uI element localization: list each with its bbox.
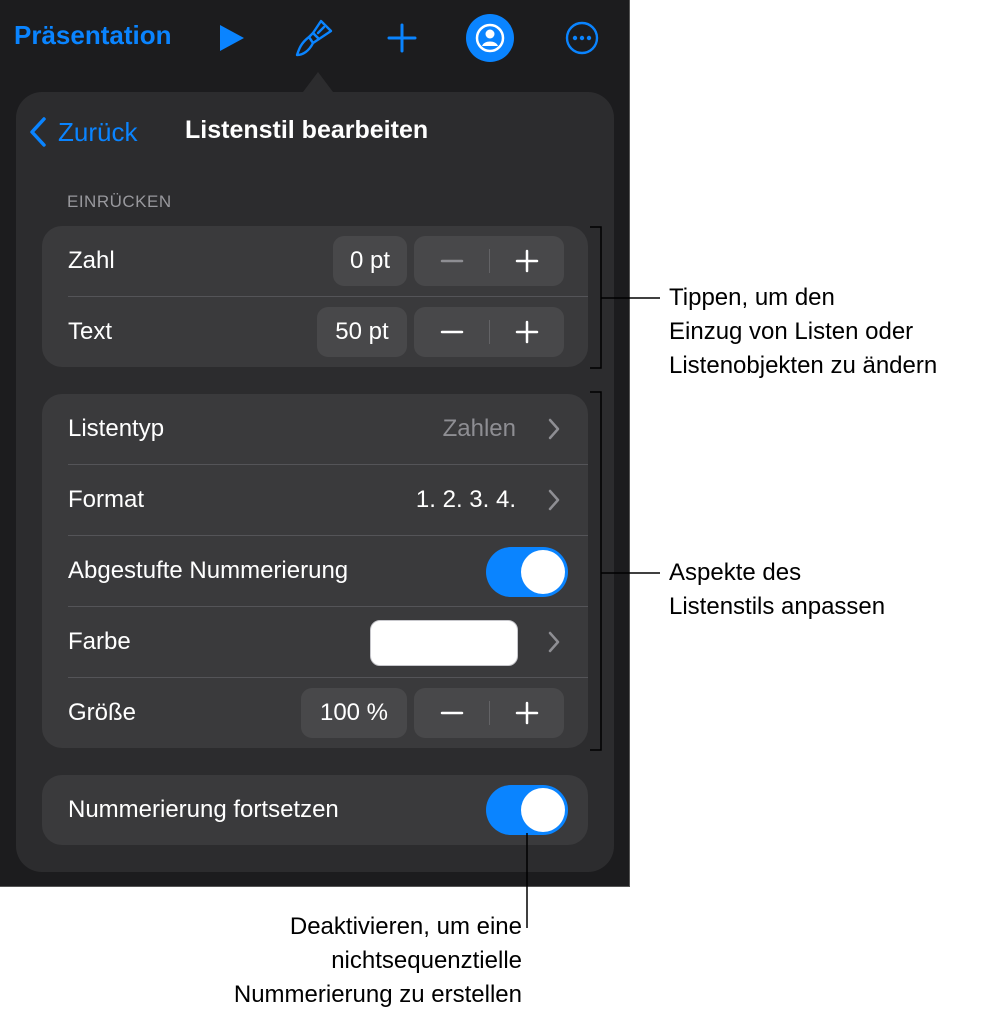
indent-callout: Tippen, um den Einzug von Listen oder Li…: [669, 284, 938, 379]
continue-callout: Deaktivieren, um eine nichtsequenztielle…: [233, 913, 522, 1008]
style-callout: Aspekte des Listenstils anpassen: [669, 559, 886, 620]
style-bracket: [590, 391, 602, 751]
indent-bracket: [590, 226, 602, 369]
callout-lines: [526, 226, 660, 928]
